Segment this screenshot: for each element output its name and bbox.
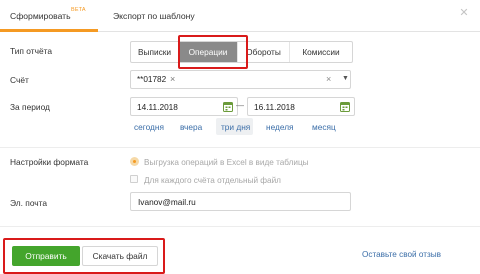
date-range-dash: — — [236, 101, 244, 110]
quick-period-yesterday[interactable]: вчера — [180, 122, 202, 132]
active-tab-underline — [0, 29, 98, 32]
report-type-statements[interactable]: Выписки — [131, 42, 179, 62]
quick-period-month[interactable]: месяц — [312, 122, 336, 132]
separate-file-label: Для каждого счёта отдельный файл — [144, 176, 281, 185]
date-from-input[interactable]: 14.11.2018 — [130, 97, 238, 116]
account-label: Счёт — [10, 75, 29, 85]
calendar-icon[interactable] — [340, 101, 350, 112]
close-icon[interactable]: ✕ — [458, 7, 470, 19]
calendar-icon[interactable] — [223, 101, 233, 112]
email-label: Эл. почта — [10, 198, 48, 208]
format-excel-radio[interactable] — [130, 157, 139, 166]
date-to-value: 16.11.2018 — [254, 102, 295, 112]
date-to-input[interactable]: 16.11.2018 — [247, 97, 355, 116]
feedback-link[interactable]: Оставьте свой отзыв — [362, 250, 441, 259]
chip-remove-icon[interactable]: × — [170, 74, 175, 84]
clear-icon[interactable]: × — [326, 74, 331, 84]
divider — [0, 147, 480, 148]
report-type-label: Тип отчёта — [10, 46, 53, 56]
tab-export-template[interactable]: Экспорт по шаблону — [113, 11, 195, 21]
report-type-turnover[interactable]: Обороты — [238, 42, 290, 62]
format-settings-label: Настройки формата — [10, 157, 89, 167]
report-type-fees[interactable]: Комиссии — [290, 42, 352, 62]
download-file-button[interactable]: Скачать файл — [82, 246, 158, 266]
email-value: Ivanov@mail.ru — [138, 197, 196, 207]
quick-period-three-days[interactable]: три дня — [221, 122, 250, 132]
email-input[interactable]: Ivanov@mail.ru — [130, 192, 351, 211]
format-excel-label: Выгрузка операций в Excel в виде таблицы — [144, 158, 309, 167]
report-type-switch: Выписки Операции Обороты Комиссии — [130, 41, 353, 63]
quick-period-today[interactable]: сегодня — [134, 122, 164, 132]
beta-badge: BETA — [71, 7, 86, 13]
account-select[interactable]: **01782 × × ▼ — [130, 70, 351, 89]
quick-period-week[interactable]: неделя — [266, 122, 294, 132]
chevron-down-icon[interactable]: ▼ — [342, 75, 349, 82]
footer-divider — [0, 226, 480, 227]
send-button[interactable]: Отправить — [12, 246, 80, 266]
period-label: За период — [10, 102, 50, 112]
tab-generate[interactable]: Сформировать BETA — [0, 0, 98, 32]
account-chip: **01782 — [137, 75, 167, 84]
report-type-operations[interactable]: Операции — [179, 42, 238, 62]
date-from-value: 14.11.2018 — [137, 102, 178, 112]
tab-bar: Сформировать BETA Экспорт по шаблону ✕ — [0, 0, 480, 32]
separate-file-checkbox[interactable] — [130, 175, 138, 183]
tab-generate-label: Сформировать — [10, 11, 71, 21]
